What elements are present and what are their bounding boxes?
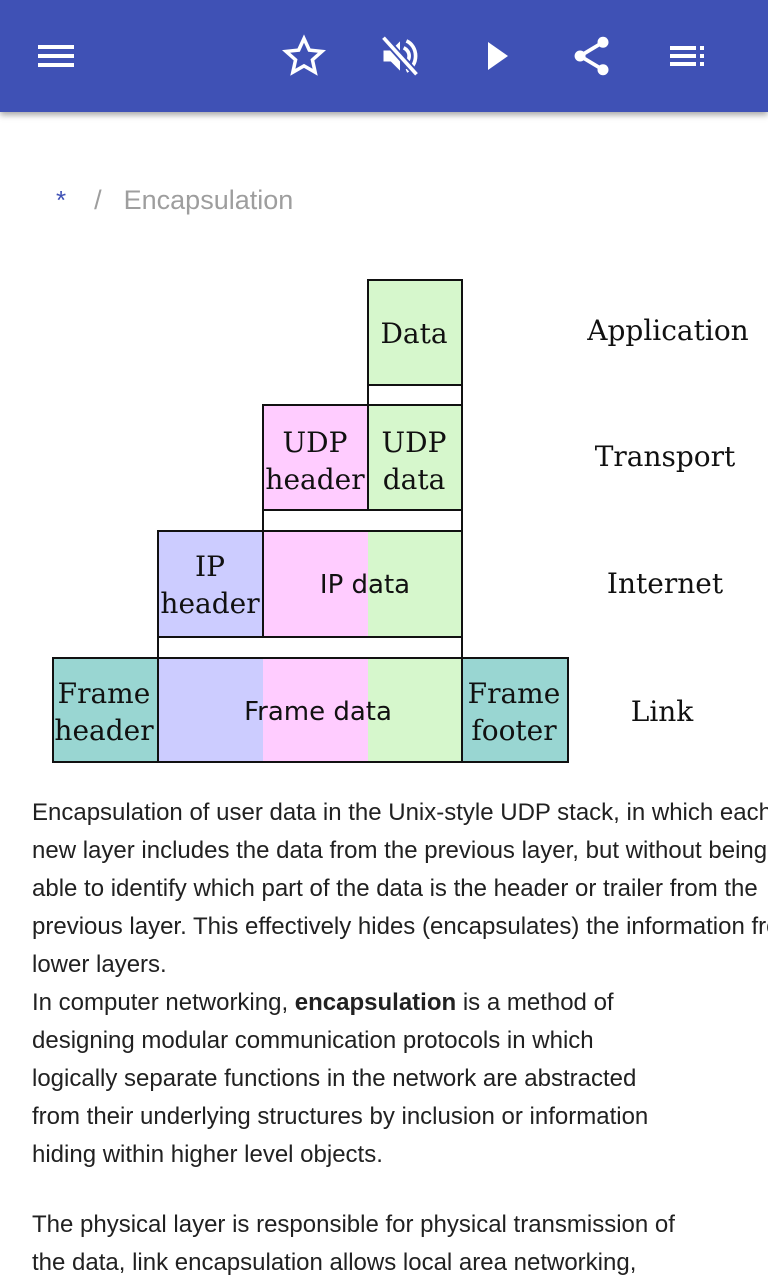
list-icon	[670, 46, 704, 66]
ip-header-label-2: header	[160, 587, 260, 620]
udp-data-label-1: UDP	[382, 426, 447, 459]
frame-footer-label-2: footer	[471, 714, 557, 747]
caption-line: previous layer. This effectively hides (…	[32, 913, 768, 940]
article-body: Encapsulation of user data in the Unix-s…	[32, 794, 768, 1282]
breadcrumb-root-link[interactable]: *	[56, 185, 66, 216]
ip-header-block	[157, 530, 264, 638]
frame-header-label-2: header	[54, 714, 154, 747]
caption-line: able to identify which part of the data …	[32, 875, 758, 902]
encapsulation-diagram: Data UDP header UDP data IP header IP da…	[0, 270, 768, 770]
favorite-button[interactable]	[276, 28, 332, 84]
layer-label-application: Application	[586, 314, 748, 347]
paragraph-line: designing modular communication protocol…	[32, 1027, 594, 1054]
udp-header-label-2: header	[265, 463, 365, 496]
application-data-label: Data	[380, 317, 447, 350]
breadcrumb-separator: /	[94, 184, 102, 215]
caption-line: new layer includes the data from the pre…	[32, 837, 768, 864]
paragraph-line: logically separate functions in the netw…	[32, 1065, 637, 1092]
breadcrumb: * / Encapsulation	[56, 180, 293, 220]
layer-label-internet: Internet	[607, 567, 724, 600]
app-bar	[0, 0, 768, 112]
intro-paragraph: In computer networking, encapsulation is…	[32, 984, 768, 1174]
image-caption: Encapsulation of user data in the Unix-s…	[32, 794, 768, 984]
paragraph-line: from their underlying structures by incl…	[32, 1103, 649, 1130]
physical-layer-paragraph: The physical layer is responsible for ph…	[32, 1206, 768, 1282]
udp-header-label-1: UDP	[283, 426, 348, 459]
ip-header-label-1: IP	[195, 550, 225, 583]
internet-gap	[157, 636, 463, 659]
mute-button[interactable]	[372, 28, 428, 84]
ip-data-label: IP data	[320, 570, 410, 600]
caption-line: lower layers.	[32, 951, 167, 978]
intro-suffix: is a method of	[456, 989, 614, 1016]
menu-icon	[38, 45, 74, 67]
frame-header-label-1: Frame	[58, 677, 151, 710]
application-gap	[367, 384, 463, 406]
transport-gap	[262, 509, 463, 532]
play-button[interactable]	[470, 28, 526, 84]
paragraph-line: In computer networking, encapsulation is…	[32, 984, 768, 1022]
term-encapsulation: encapsulation	[294, 989, 457, 1016]
contents-button[interactable]	[660, 28, 716, 84]
paragraph-line: hiding within higher level objects.	[32, 1141, 383, 1168]
udp-data-label-2: data	[383, 463, 446, 496]
layer-label-transport: Transport	[595, 440, 736, 473]
paragraph-line: the data, link encapsulation allows loca…	[32, 1249, 637, 1276]
caption-line: Encapsulation of user data in the Unix-s…	[32, 799, 768, 826]
frame-footer-label-1: Frame	[468, 677, 561, 710]
star-outline-icon	[282, 34, 326, 76]
paragraph-line: The physical layer is responsible for ph…	[32, 1211, 675, 1238]
breadcrumb-current: Encapsulation	[123, 184, 294, 215]
intro-prefix: In computer networking,	[32, 989, 295, 1016]
share-button[interactable]	[564, 28, 620, 84]
share-icon	[574, 36, 609, 76]
encapsulation-diagram-svg: Data UDP header UDP data IP header IP da…	[52, 279, 749, 763]
play-icon	[488, 42, 508, 70]
menu-button[interactable]	[28, 28, 84, 84]
frame-data-label: Frame data	[244, 697, 392, 727]
volume-off-icon	[380, 35, 420, 77]
layer-label-link: Link	[631, 695, 695, 728]
